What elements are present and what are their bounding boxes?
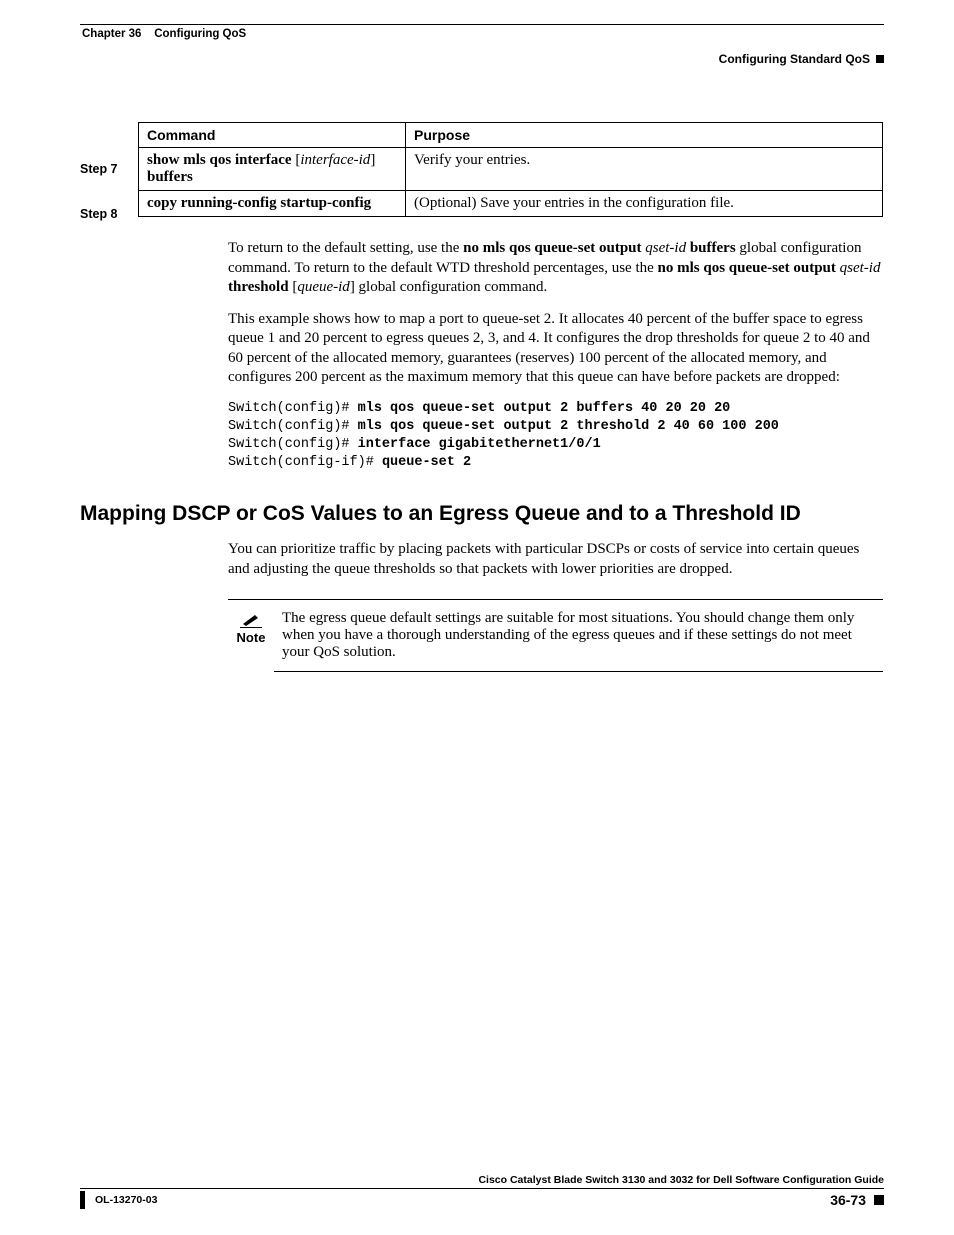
cell-purpose: (Optional) Save your entries in the conf… bbox=[406, 191, 883, 217]
header-right: Configuring Standard QoS bbox=[80, 52, 884, 66]
step-gutter bbox=[80, 116, 138, 122]
cmd-arg: [interface-id] bbox=[295, 152, 375, 168]
cmd: mls qos queue-set output 2 threshold 2 4… bbox=[358, 419, 779, 434]
note-label: Note bbox=[237, 630, 266, 645]
th-purpose: Purpose bbox=[406, 123, 883, 148]
t: threshold bbox=[228, 279, 289, 295]
step-label: Step 8 bbox=[80, 207, 132, 221]
body-text: You can prioritize traffic by placing pa… bbox=[228, 540, 883, 579]
page-footer: Cisco Catalyst Blade Switch 3130 and 303… bbox=[80, 1174, 884, 1209]
t: qset-id bbox=[836, 260, 881, 276]
cell-purpose: Verify your entries. bbox=[406, 148, 883, 191]
doc-id: OL-13270-03 bbox=[95, 1194, 157, 1206]
t: no mls qos queue-set output bbox=[463, 240, 641, 256]
prompt: Switch(config)# bbox=[228, 401, 358, 416]
footer-doc: OL-13270-03 bbox=[80, 1191, 157, 1209]
body-text: To return to the default setting, use th… bbox=[228, 239, 883, 472]
prompt: Switch(config)# bbox=[228, 419, 358, 434]
table-row: copy running-config startup-config (Opti… bbox=[139, 191, 883, 217]
paragraph: You can prioritize traffic by placing pa… bbox=[228, 540, 883, 579]
page: Chapter 36 Configuring QoS Configuring S… bbox=[0, 0, 954, 1235]
t: qset-id bbox=[642, 240, 690, 256]
cmd: mls qos queue-set output 2 buffers 40 20… bbox=[358, 401, 731, 416]
section-title: Configuring Standard QoS bbox=[719, 52, 870, 66]
section-heading: Mapping DSCP or CoS Values to an Egress … bbox=[80, 502, 884, 526]
content: Command Purpose show mls qos interface [… bbox=[80, 116, 884, 672]
t: To return to the default setting, use th… bbox=[228, 240, 463, 256]
footer-row: OL-13270-03 36-73 bbox=[80, 1191, 884, 1209]
t: no mls qos queue-set output bbox=[658, 260, 836, 276]
cmd-bold: copy running-config startup-config bbox=[147, 195, 371, 211]
chapter-number: Chapter 36 bbox=[82, 28, 141, 40]
table-row: show mls qos interface [interface-id] bu… bbox=[139, 148, 883, 191]
table-head-row: Command Purpose bbox=[139, 123, 883, 148]
prompt: Switch(config)# bbox=[228, 437, 358, 452]
cmd-bold2: buffers bbox=[147, 169, 193, 185]
header-rule bbox=[80, 24, 884, 25]
note-left: Note bbox=[228, 610, 274, 645]
prompt: Switch(config-if)# bbox=[228, 455, 382, 470]
cmd: queue-set 2 bbox=[382, 455, 471, 470]
t: buffers bbox=[690, 240, 736, 256]
footer-title: Cisco Catalyst Blade Switch 3130 and 303… bbox=[80, 1174, 884, 1189]
t: ] global configuration command. bbox=[350, 279, 547, 295]
cmd-bold: show mls qos interface bbox=[147, 152, 295, 168]
chapter-title: Configuring QoS bbox=[154, 28, 246, 40]
cell-command: show mls qos interface [interface-id] bu… bbox=[139, 148, 406, 191]
paragraph: To return to the default setting, use th… bbox=[228, 239, 883, 298]
header-left: Chapter 36 Configuring QoS bbox=[80, 28, 246, 40]
paragraph: This example shows how to map a port to … bbox=[228, 310, 883, 388]
t: queue-id bbox=[297, 279, 349, 295]
cmd-italic: interface-id bbox=[300, 152, 370, 168]
code-block: Switch(config)# mls qos queue-set output… bbox=[228, 400, 883, 473]
footer-page: 36-73 bbox=[830, 1192, 884, 1208]
running-header: Chapter 36 Configuring QoS bbox=[80, 28, 884, 40]
note-body: The egress queue default settings are su… bbox=[274, 610, 883, 672]
square-icon bbox=[876, 55, 884, 63]
th-command: Command bbox=[139, 123, 406, 148]
pencil-icon bbox=[240, 610, 262, 628]
page-number: 36-73 bbox=[830, 1192, 866, 1208]
command-table: Command Purpose show mls qos interface [… bbox=[138, 122, 883, 217]
square-icon bbox=[874, 1195, 884, 1205]
note-block: Note The egress queue default settings a… bbox=[228, 599, 883, 672]
cell-command: copy running-config startup-config bbox=[139, 191, 406, 217]
step-label: Step 7 bbox=[80, 162, 132, 176]
cmd: interface gigabitethernet1/0/1 bbox=[358, 437, 601, 452]
